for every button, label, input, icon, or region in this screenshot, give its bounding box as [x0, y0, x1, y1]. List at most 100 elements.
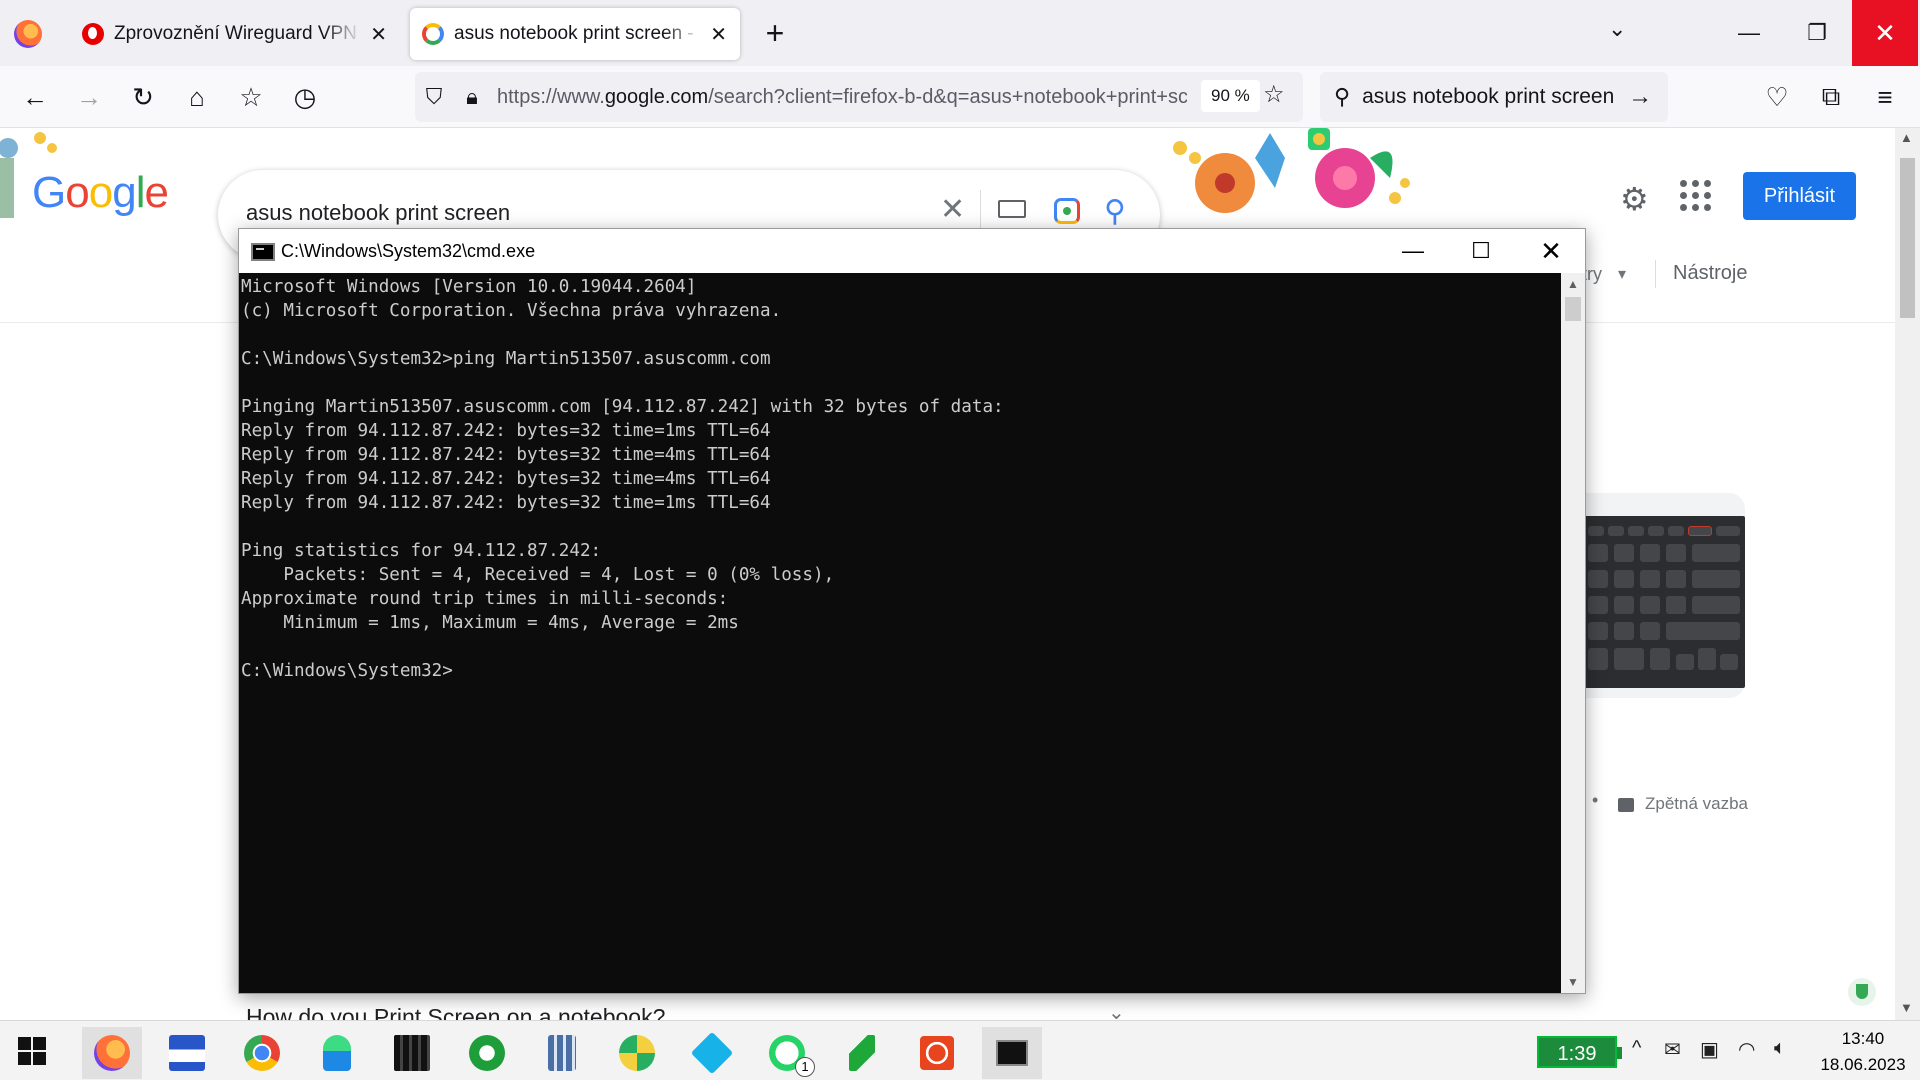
- new-tab-button[interactable]: +: [758, 16, 792, 50]
- green-arrow-icon: [849, 1035, 875, 1071]
- console-line: Ping statistics for 94.112.87.242:: [241, 541, 602, 561]
- display-icon[interactable]: ▣: [1700, 1037, 1719, 1062]
- console-line: Reply from 94.112.87.242: bytes=32 time=…: [241, 493, 771, 513]
- zoom-level-badge[interactable]: 90 %: [1201, 80, 1260, 112]
- scroll-up-icon[interactable]: ▲: [1900, 130, 1913, 145]
- tab-google-search[interactable]: asus notebook print screen - Hledat ✕: [410, 8, 740, 60]
- taskbar-android-file[interactable]: [307, 1027, 367, 1079]
- taskbar: 1 1:39 ^ ✉ ▣ ◠ 🔈︎ 13:40 18.06.2023: [0, 1020, 1920, 1080]
- mail-icon[interactable]: ✉: [1664, 1037, 1681, 1062]
- tracking-shield-icon[interactable]: ⛉: [415, 84, 453, 110]
- search-bar-text[interactable]: asus notebook print screen: [1362, 85, 1622, 109]
- search-input[interactable]: asus notebook print screen: [246, 200, 510, 226]
- settings-gear-icon[interactable]: ⚙: [1620, 180, 1649, 218]
- caret-down-icon[interactable]: ▾: [1618, 264, 1626, 284]
- taskbar-whatsapp[interactable]: 1: [757, 1027, 817, 1079]
- people-also-ask-question[interactable]: How do you Print Screen on a notebook?: [246, 1004, 665, 1020]
- taskbar-power[interactable]: [907, 1027, 967, 1079]
- pocket-icon[interactable]: ♡: [1758, 78, 1796, 116]
- keyboard-icon[interactable]: [998, 200, 1026, 218]
- taskbar-save-disk[interactable]: [157, 1027, 217, 1079]
- scrollbar-thumb[interactable]: [1900, 158, 1915, 318]
- back-icon[interactable]: ←: [16, 78, 54, 116]
- tray-timer[interactable]: 1:39: [1537, 1036, 1622, 1068]
- search-bar[interactable]: ⚲ asus notebook print screen →: [1320, 72, 1668, 122]
- google-logo[interactable]: Google: [32, 168, 169, 218]
- taskbar-cmd[interactable]: [982, 1027, 1042, 1079]
- volume-icon[interactable]: 🔈︎: [1774, 1037, 1786, 1060]
- tab-wireguard[interactable]: Zprovoznění Wireguard VPN na ✕: [70, 8, 400, 60]
- clear-search-icon[interactable]: ✕: [940, 192, 965, 227]
- xmind-icon: [619, 1035, 655, 1071]
- search-go-icon[interactable]: →: [1628, 83, 1652, 111]
- console-output: Microsoft Windows [Version 10.0.19044.26…: [241, 275, 1004, 683]
- taskbar-green-arrow[interactable]: [832, 1027, 892, 1079]
- scrollbar-thumb[interactable]: [1565, 297, 1581, 321]
- url-bar[interactable]: ⛉ 🔒︎ https://www.google.com/search?clien…: [415, 72, 1303, 122]
- scroll-down-icon[interactable]: ▼: [1900, 1000, 1913, 1015]
- home-icon[interactable]: ⌂: [178, 78, 216, 116]
- google-lens-icon[interactable]: [1054, 198, 1080, 224]
- taskbar-calculator[interactable]: [532, 1027, 592, 1079]
- chevron-down-icon[interactable]: ⌄: [1108, 1000, 1125, 1020]
- separator-dot: •: [1592, 790, 1599, 810]
- feedback-icon[interactable]: [1618, 798, 1634, 812]
- feedback-link[interactable]: Zpětná vazba: [1645, 794, 1748, 814]
- google-apps-icon[interactable]: [1680, 180, 1714, 214]
- list-all-tabs-icon[interactable]: ⌄: [1608, 16, 1626, 42]
- close-tab-icon[interactable]: ✕: [369, 22, 388, 47]
- cmd-window[interactable]: C:\Windows\System32\cmd.exe — ☐ ✕ Micros…: [238, 228, 1586, 994]
- taskbar-utorrent[interactable]: [457, 1027, 517, 1079]
- forward-icon[interactable]: →: [70, 78, 108, 116]
- tools-link[interactable]: Nástroje: [1673, 262, 1747, 285]
- reload-icon[interactable]: ↻: [124, 78, 162, 116]
- console-line: Approximate round trip times in milli-se…: [241, 589, 729, 609]
- bookmark-star-icon[interactable]: ☆: [1263, 80, 1285, 109]
- navigation-toolbar: ← → ↻ ⌂ ☆ ◷ ⛉ 🔒︎ https://www.google.com/…: [0, 66, 1920, 128]
- cmd-console[interactable]: Microsoft Windows [Version 10.0.19044.26…: [239, 273, 1561, 993]
- windows-start-icon[interactable]: [18, 1037, 46, 1065]
- calculator-icon: [548, 1035, 576, 1071]
- taskbar-xmind[interactable]: [607, 1027, 667, 1079]
- taskbar-chrome[interactable]: [232, 1027, 292, 1079]
- firefox-menu-icon[interactable]: [14, 20, 42, 48]
- show-hidden-icons-chevron-icon[interactable]: ^: [1632, 1037, 1641, 1060]
- bookmarks-icon[interactable]: ☆: [232, 78, 270, 116]
- clock-time[interactable]: 13:40: [1833, 1029, 1893, 1049]
- history-icon[interactable]: ◷: [286, 78, 324, 116]
- taskbar-video-editor[interactable]: [382, 1027, 442, 1079]
- cmd-close-button[interactable]: ✕: [1517, 229, 1585, 273]
- wifi-icon[interactable]: ◠: [1738, 1037, 1755, 1062]
- cmd-maximize-button[interactable]: ☐: [1447, 229, 1515, 273]
- lock-icon[interactable]: 🔒︎: [453, 84, 491, 110]
- console-line: Reply from 94.112.87.242: bytes=32 time=…: [241, 445, 771, 465]
- doodle-flowers-decoration: [1173, 128, 1410, 213]
- console-line: Reply from 94.112.87.242: bytes=32 time=…: [241, 469, 771, 489]
- window-restore-button[interactable]: ❐: [1784, 0, 1850, 66]
- page-scrollbar[interactable]: ▲ ▼: [1895, 128, 1920, 1020]
- cmd-minimize-button[interactable]: —: [1379, 229, 1447, 273]
- window-close-button[interactable]: ✕: [1852, 0, 1918, 66]
- url-text[interactable]: https://www.google.com/search?client=fir…: [497, 86, 1187, 109]
- scroll-up-icon[interactable]: ▲: [1567, 277, 1579, 291]
- tab-title: Zprovoznění Wireguard VPN na: [114, 23, 362, 44]
- extensions-icon[interactable]: ⧉: [1812, 78, 1850, 116]
- cmd-scrollbar[interactable]: ▲ ▼: [1561, 273, 1585, 993]
- keyboard-image[interactable]: [1584, 516, 1745, 688]
- cmd-icon[interactable]: [251, 243, 275, 261]
- close-tab-icon[interactable]: ✕: [709, 22, 728, 47]
- console-line: Microsoft Windows [Version 10.0.19044.26…: [241, 277, 697, 297]
- window-minimize-button[interactable]: —: [1716, 0, 1782, 66]
- scroll-down-icon[interactable]: ▼: [1567, 975, 1579, 989]
- taskbar-firefox[interactable]: [82, 1027, 142, 1079]
- clock-date[interactable]: 18.06.2023: [1813, 1055, 1913, 1075]
- search-icon[interactable]: ⚲: [1104, 194, 1126, 229]
- menu-hamburger-icon[interactable]: ≡: [1866, 78, 1904, 116]
- sign-in-button[interactable]: Přihlásit: [1743, 172, 1856, 220]
- taskbar-kodi[interactable]: [682, 1027, 742, 1079]
- cmd-title-bar[interactable]: C:\Windows\System32\cmd.exe — ☐ ✕: [239, 229, 1585, 273]
- console-line: Minimum = 1ms, Maximum = 4ms, Average = …: [241, 613, 739, 633]
- console-line: Pinging Martin513507.asuscomm.com [94.11…: [241, 397, 1004, 417]
- security-shield-icon[interactable]: [1848, 978, 1876, 1006]
- tab-title: asus notebook print screen - Hledat: [454, 23, 701, 44]
